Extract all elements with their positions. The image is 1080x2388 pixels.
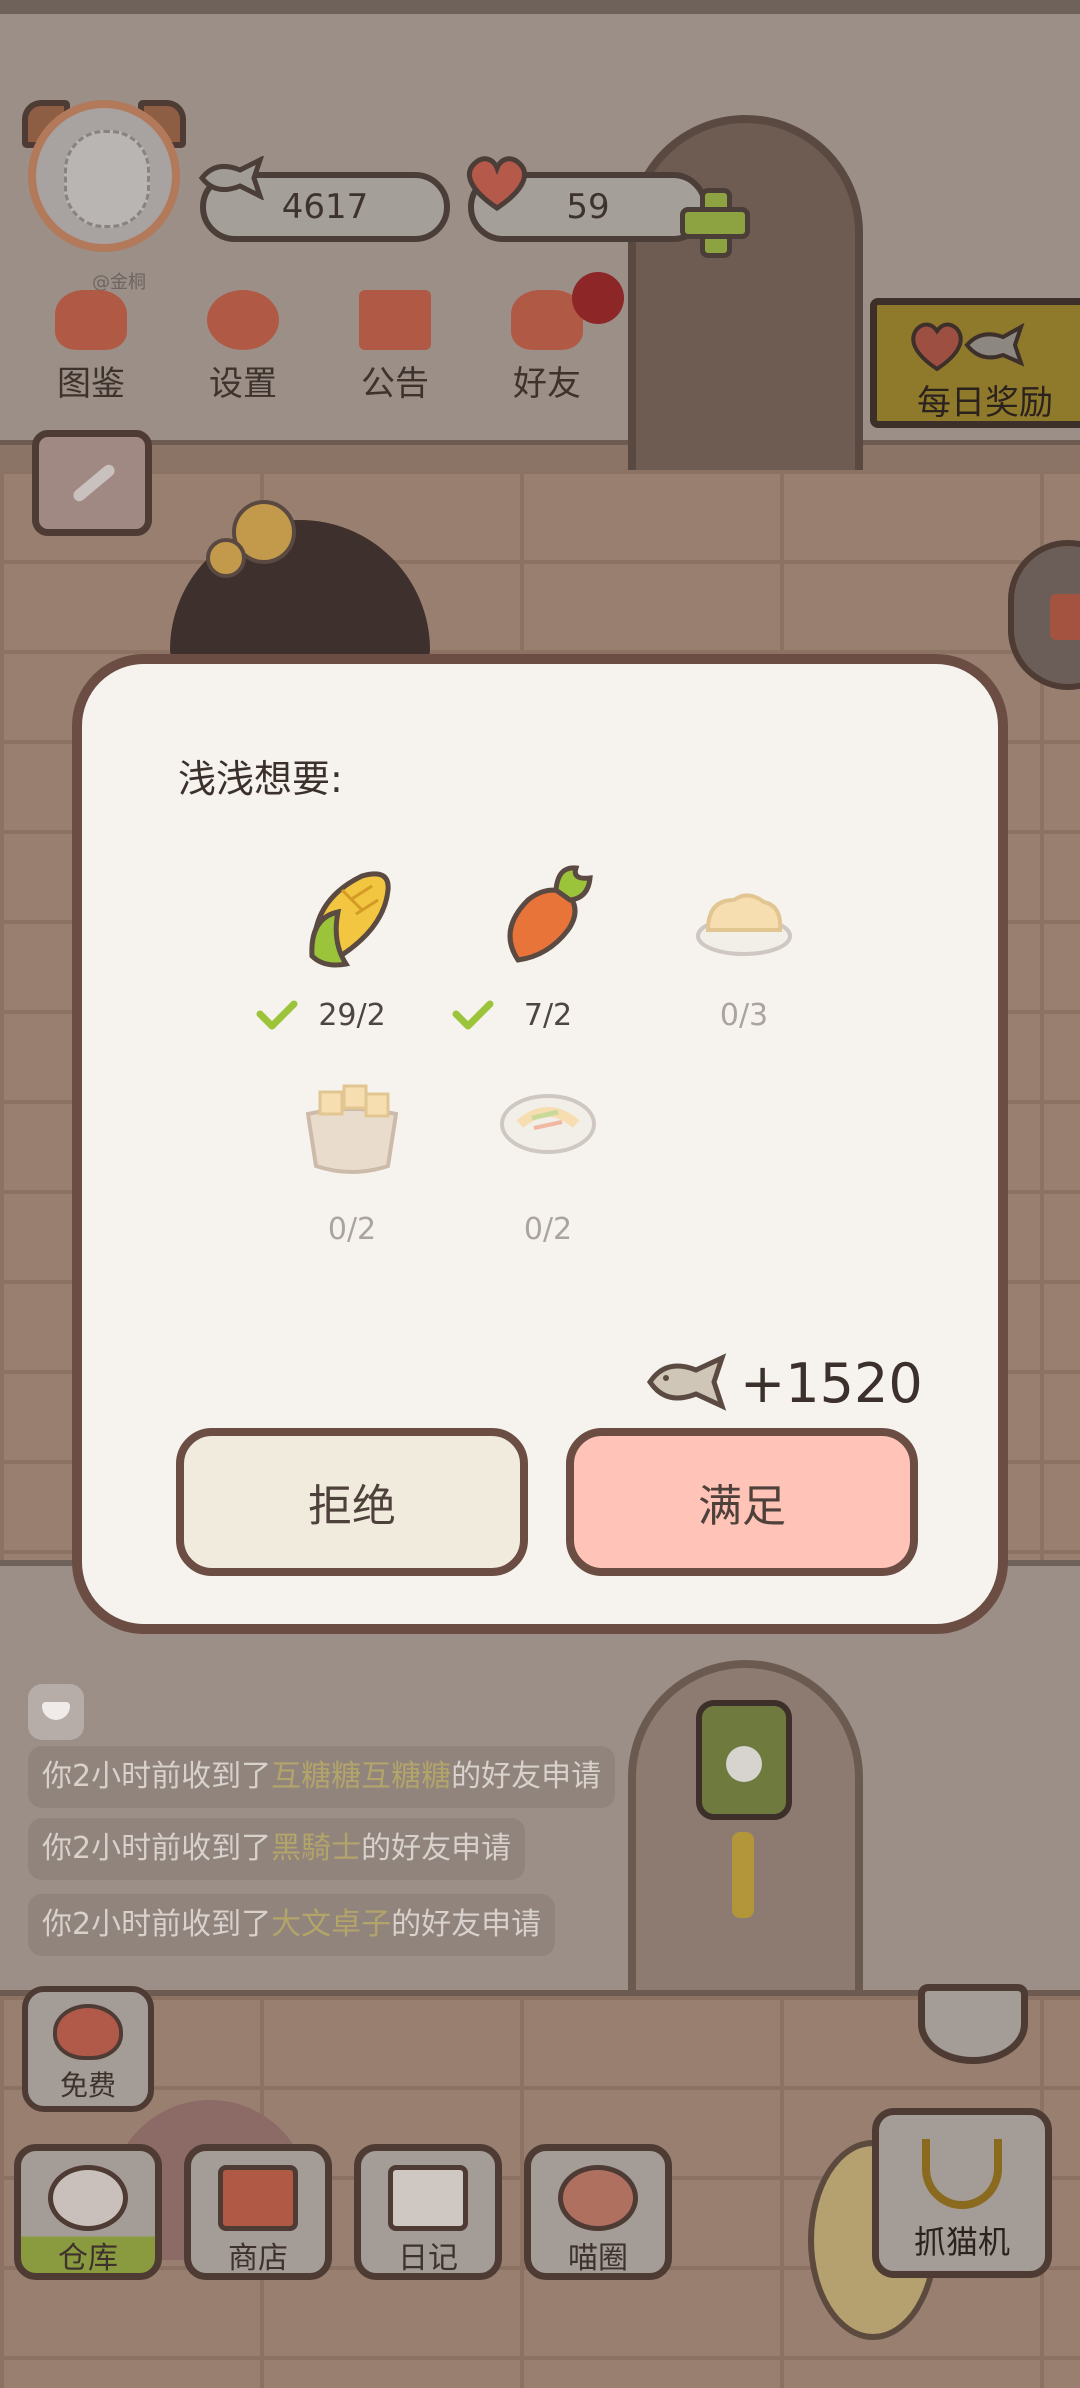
shop-icon — [218, 2165, 298, 2231]
heart-icon — [53, 2004, 123, 2060]
request-item-rice[interactable]: 0/3 — [654, 860, 834, 1050]
heart-fish-icon — [911, 322, 1025, 372]
message-prefix: 你2小时前收到了 — [42, 1907, 272, 1942]
small-chick-icon — [206, 538, 246, 578]
dock-label: 喵圈 — [568, 2241, 628, 2276]
dock-label: 商店 — [228, 2241, 288, 2276]
menu-label: 设置 — [209, 364, 277, 404]
wind-chime-tassel — [732, 1832, 754, 1918]
gear-icon — [207, 290, 279, 350]
message-prefix: 你2小时前收到了 — [42, 1831, 272, 1866]
corn-icon — [309, 871, 391, 968]
friend-request-message[interactable]: 你2小时前收到了互糖糖互糖糖的好友申请 — [28, 1746, 616, 1808]
claw-icon — [922, 2139, 1002, 2209]
rice-icon — [696, 893, 792, 956]
diary-icon — [388, 2165, 468, 2231]
message-icon[interactable] — [28, 1684, 84, 1740]
request-item-corn[interactable]: 29/2 — [256, 860, 442, 1050]
claw-machine-button[interactable]: 抓猫机 — [872, 2108, 1052, 2278]
request-dialog: 浅浅想要: 29/2 7/2 0/3 0/2 0/2 +1520 拒绝 满足 — [72, 654, 1008, 1634]
heart-icon — [467, 156, 527, 212]
add-hearts-button[interactable] — [680, 188, 750, 258]
request-item-tofu-bowl[interactable]: 0/2 — [262, 1074, 442, 1264]
calendar-button[interactable] — [32, 430, 152, 536]
message-name: 互糖糖互糖糖 — [271, 1759, 452, 1794]
menu-label: 公告 — [361, 364, 429, 404]
request-item-carrot[interactable]: 7/2 — [452, 860, 638, 1050]
dock-label: 日记 — [398, 2241, 458, 2276]
avatar[interactable]: @金桐 — [28, 100, 180, 293]
upper-floor-edge — [0, 440, 1080, 470]
free-label: 免费 — [59, 2069, 116, 2102]
claw-machine-top — [918, 1984, 1028, 2064]
dialog-title: 浅浅想要: — [178, 757, 343, 801]
carrot-icon — [507, 865, 593, 963]
dock-diary[interactable]: 日记 — [354, 2144, 502, 2280]
menu-label: 好友 — [513, 364, 581, 404]
item-count: 0/2 — [523, 1212, 573, 1247]
reject-button[interactable]: 拒绝 — [176, 1428, 528, 1576]
menu-settings[interactable]: 设置 — [188, 290, 298, 410]
free-button[interactable]: 免费 — [22, 1986, 154, 2112]
item-count: 0/2 — [327, 1212, 377, 1247]
upper-door — [628, 115, 863, 470]
menu-label: 图鉴 — [57, 364, 125, 404]
menu-announcement[interactable]: 公告 — [340, 290, 450, 410]
menu-collection[interactable]: 图鉴 — [36, 290, 146, 410]
daily-reward-button[interactable]: 每日奖励 — [870, 298, 1080, 428]
claw-machine-label: 抓猫机 — [913, 2223, 1010, 2261]
noodle-plate-icon — [500, 1094, 596, 1154]
fish-icon — [198, 156, 264, 200]
message-suffix: 的好友申请 — [451, 1759, 602, 1794]
accept-label: 满足 — [698, 1481, 786, 1532]
friend-request-message[interactable]: 你2小时前收到了大文卓子的好友申请 — [28, 1894, 556, 1956]
fish-count: 4617 — [281, 187, 369, 227]
item-count: 29/2 — [318, 998, 386, 1033]
cat-head-icon — [55, 290, 127, 350]
warehouse-icon — [48, 2165, 128, 2231]
message-suffix: 的好友申请 — [361, 1831, 512, 1866]
fish-icon — [646, 1353, 727, 1411]
cat-planet-icon — [558, 2165, 638, 2231]
item-count: 7/2 — [523, 998, 573, 1033]
message-prefix: 你2小时前收到了 — [42, 1759, 272, 1794]
dock-warehouse[interactable]: 仓库 — [14, 2144, 162, 2280]
notification-dot — [572, 272, 624, 324]
friend-request-message[interactable]: 你2小时前收到了黑騎士的好友申请 — [28, 1818, 526, 1880]
dock-label: 仓库 — [58, 2241, 118, 2276]
message-suffix: 的好友申请 — [391, 1907, 542, 1942]
message-name: 黑騎士 — [271, 1831, 362, 1866]
dock-cat-circle[interactable]: 喵圈 — [524, 2144, 672, 2280]
reward-amount: +1520 — [740, 1352, 923, 1415]
wind-chime[interactable] — [696, 1700, 792, 1820]
tofu-bowl-icon — [305, 1084, 399, 1174]
reward: +1520 — [642, 1344, 962, 1424]
dock-shop[interactable]: 商店 — [184, 2144, 332, 2280]
request-item-noodle-plate[interactable]: 0/2 — [458, 1074, 638, 1264]
reject-label: 拒绝 — [308, 1481, 396, 1532]
gift-icon — [359, 290, 431, 350]
heart-count: 59 — [566, 187, 610, 227]
message-name: 大文卓子 — [271, 1907, 392, 1942]
item-count: 0/3 — [719, 998, 769, 1033]
daily-reward-label: 每日奖励 — [917, 383, 1053, 423]
accept-button[interactable]: 满足 — [566, 1428, 918, 1576]
